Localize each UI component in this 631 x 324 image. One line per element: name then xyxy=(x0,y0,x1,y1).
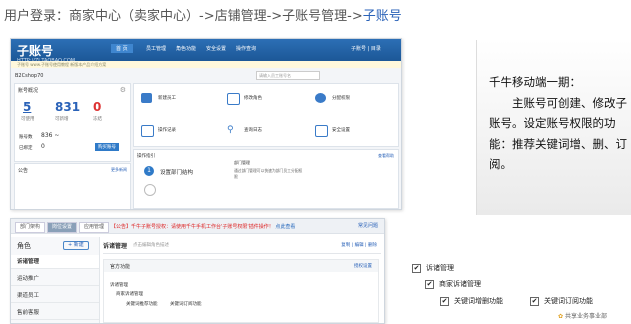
role-item[interactable]: 诉诸管理 xyxy=(11,255,99,269)
amount-label: 账号数 xyxy=(19,135,33,140)
org-icon xyxy=(315,93,326,103)
permission-title: 官方功能 xyxy=(110,264,131,270)
help-link[interactable]: 常见问题 xyxy=(358,222,378,229)
role-item[interactable]: 售前客服 xyxy=(11,306,99,320)
tree-leaf-a[interactable]: ✔ 关键词增删功能 xyxy=(440,296,503,306)
add-role-button[interactable]: + 新建 xyxy=(63,241,89,250)
buy-button[interactable]: 购买账号 xyxy=(95,143,119,151)
announcement-card: 公告 更多新闻 xyxy=(14,163,131,209)
assign-perm-button[interactable]: 分配权限 xyxy=(310,90,365,106)
query-log-button[interactable]: ⚲ 查询日志 xyxy=(222,122,277,138)
list-icon xyxy=(141,125,154,137)
divider xyxy=(103,253,381,254)
stat-frozen[interactable]: 0 xyxy=(93,100,101,114)
op-log-button[interactable]: 操作记录 xyxy=(136,122,191,138)
checkbox-checked-icon[interactable]: ✔ xyxy=(530,296,539,306)
role-item[interactable]: 渠道员工 xyxy=(11,289,99,303)
permission-box: 官方功能 授权设置 诉诸管理 商家诉诸管理 关键词推荐功能 关键词订阅功能 xyxy=(103,259,379,323)
user-menu[interactable]: 子账号 | 目录 xyxy=(351,45,381,52)
footer-brand: ✿ 共享业务事业部 xyxy=(558,313,607,320)
shop-name: B2Cshop70 xyxy=(15,73,44,79)
warning-notice: 【公告】千牛子账号授权：请使用千牛手机工作台'子账号权限'插件操作！ 点此查看 xyxy=(111,224,296,230)
security-button[interactable]: 安全设置 xyxy=(310,122,365,138)
role-item[interactable]: 运动推广 xyxy=(11,272,99,286)
stat-new[interactable]: 831 xyxy=(55,100,80,114)
tab-department[interactable]: 部门架构 xyxy=(15,222,46,233)
step-pending xyxy=(144,184,156,196)
role-desc[interactable]: 点击编辑角色描述 xyxy=(133,242,169,248)
nav-logs[interactable]: 操作查询 xyxy=(236,45,256,52)
nav-staff[interactable]: 员工管理 xyxy=(146,45,166,52)
page-heading: 用户登录：商家中心（卖家中心）->店铺管理->子账号管理->子账号 xyxy=(4,5,402,24)
description-panel: 千牛移动端一期： 主账号可创建、修改子账号。设定账号权限的功能：推荐关键词增、删… xyxy=(476,40,631,215)
guide-title: 操作指引 xyxy=(137,154,155,159)
search-input[interactable]: 请输入员工账号名 xyxy=(256,71,320,80)
permission-settings-link[interactable]: 授权设置 xyxy=(354,263,372,269)
permission-subgroup: 商家诉诸管理 xyxy=(116,292,143,297)
role-detail: 诉诸管理 点击编辑角色描述 复制 | 编辑 | 删除 官方功能 授权设置 诉诸管… xyxy=(103,237,381,323)
nav-roles[interactable]: 角色功能 xyxy=(176,45,196,52)
tree-child[interactable]: ✔ 商家诉诸管理 xyxy=(425,279,481,289)
amount-value: 836 ~ xyxy=(41,132,60,139)
checkbox-checked-icon[interactable]: ✔ xyxy=(425,279,434,289)
permission-header xyxy=(104,260,378,272)
users-icon xyxy=(141,93,152,103)
checkbox-checked-icon[interactable]: ✔ xyxy=(440,296,449,306)
new-staff-button[interactable]: 新建员工 xyxy=(136,90,191,106)
quick-actions-card: 新建员工 修改角色 分配权限 操作记录 ⚲ 查询日志 安全设置 xyxy=(133,83,399,147)
search-icon: ⚲ xyxy=(227,125,234,135)
tip-title: 部门管理 xyxy=(234,160,250,165)
stat-label: 可使用 xyxy=(21,117,35,122)
role-actions[interactable]: 复制 | 编辑 | 删除 xyxy=(341,242,377,248)
nav-security[interactable]: 安全设置 xyxy=(206,45,226,52)
heading-highlight: 子账号 xyxy=(362,9,402,24)
checkbox-checked-icon[interactable]: ✔ xyxy=(412,263,421,273)
gear-icon[interactable]: ⚙ xyxy=(120,86,126,94)
tab-position[interactable]: 岗位设置 xyxy=(47,222,78,233)
bind-value: 0 xyxy=(41,143,45,150)
notice-bar[interactable]: 子账号 www.子账号使用教程 新版本产品介绍方案 xyxy=(11,61,401,68)
bind-label: 已绑定 xyxy=(19,146,33,151)
brand-icon: ✿ xyxy=(558,313,564,320)
guide-help-link[interactable]: 查看帮助 xyxy=(378,153,394,159)
guide-card: 操作指引 查看帮助 1 设置部门结构 部门管理 通过部门管理可以快速为部门员工分… xyxy=(133,149,399,209)
step-label[interactable]: 设置部门结构 xyxy=(160,168,193,176)
shield-icon xyxy=(315,125,328,137)
overview-card: 账号概况 ⚙ 5 831 0 可使用 可新增 冻结 账号数 836 ~ 已绑定 … xyxy=(14,83,131,162)
role-management-screenshot: 部门架构 岗位设置 应用管理 【公告】千牛子账号授权：请使用千牛手机工作台'子账… xyxy=(10,218,385,324)
description-text: 千牛移动端一期： 主账号可创建、修改子账号。设定账号权限的功能：推荐关键词增、删… xyxy=(489,75,627,171)
permission-item: 关键词订阅功能 xyxy=(170,302,202,307)
stat-available[interactable]: 5 xyxy=(23,100,31,114)
edit-role-button[interactable]: 修改角色 xyxy=(222,90,277,106)
announcement-title: 公告 xyxy=(18,168,29,174)
nav-home[interactable]: 首 页 xyxy=(111,44,133,53)
announcement-more-link[interactable]: 更多新闻 xyxy=(111,167,127,173)
tree-leaf-b[interactable]: ✔ 关键词订阅功能 xyxy=(530,296,593,306)
stat-label: 冻结 xyxy=(93,117,102,122)
warning-link[interactable]: 点此查看 xyxy=(275,224,295,230)
tree-root[interactable]: ✔ 诉诸管理 xyxy=(412,263,454,273)
permission-item: 关键词推荐功能 xyxy=(126,302,158,307)
stat-label: 可新增 xyxy=(55,117,69,122)
heading-path: 用户登录：商家中心（卖家中心）->店铺管理->子账号管理-> xyxy=(4,9,363,24)
step-number: 1 xyxy=(144,166,154,176)
seller-center-screenshot: 子账号HTTP://ZI.TAOBAO.COM 首 页 员工管理 角色功能 安全… xyxy=(10,38,402,210)
id-card-icon xyxy=(227,93,240,105)
role-title: 角色 xyxy=(17,242,31,250)
permission-group: 诉诸管理 xyxy=(110,283,128,288)
tab-app[interactable]: 应用管理 xyxy=(79,222,110,233)
role-detail-title: 诉诸管理 xyxy=(103,243,128,250)
tip-text: 通过部门管理可以快速为部门员工分配权限 xyxy=(234,168,303,179)
role-sidebar: 角色 + 新建 诉诸管理 运动推广 渠道员工 售前客服 xyxy=(11,237,100,323)
overview-title: 账号概况 xyxy=(18,88,39,94)
